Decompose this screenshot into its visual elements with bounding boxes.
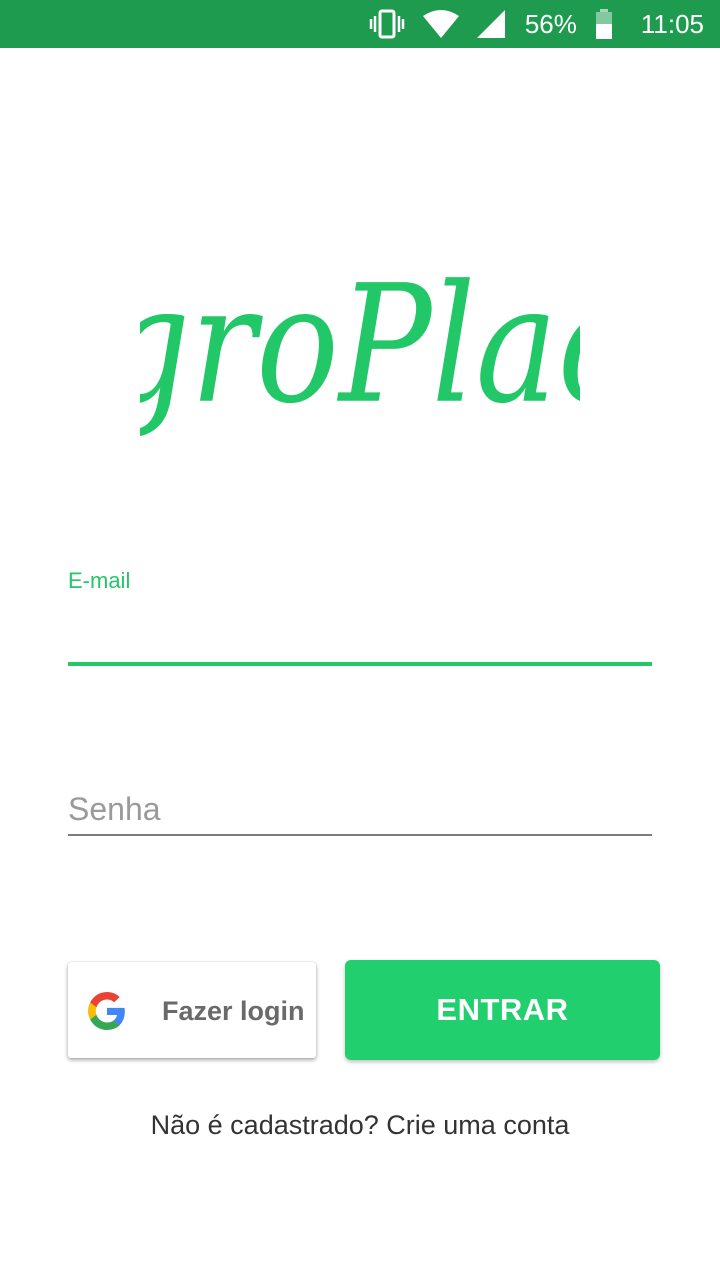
app-logo: AgroPlace — [0, 250, 716, 480]
status-icons: 56% 11:05 — [351, 0, 704, 48]
signal-icon — [476, 10, 505, 38]
email-underline — [68, 662, 652, 666]
password-underline — [68, 834, 652, 836]
password-field[interactable] — [68, 786, 652, 832]
app-logo-svg: AgroPlace — [0, 250, 716, 440]
email-label: E-mail — [68, 568, 131, 593]
enter-button[interactable]: ENTRAR — [345, 960, 660, 1060]
battery-percent: 56% — [524, 9, 577, 39]
vibrate-icon — [369, 9, 405, 39]
app-logo-text: AgroPlace — [140, 260, 580, 440]
clock: 11:05 — [640, 9, 704, 39]
status-bar: 56% 11:05 — [0, 0, 720, 48]
google-signin-label: Fazer login — [162, 996, 305, 1026]
email-field[interactable] — [68, 612, 652, 660]
signup-link[interactable]: Não é cadastrado? Crie uma conta — [0, 1110, 720, 1141]
google-icon — [88, 992, 126, 1030]
wifi-icon — [422, 10, 459, 38]
battery-icon — [595, 9, 613, 39]
google-signin-button[interactable]: Fazer login — [68, 962, 316, 1058]
